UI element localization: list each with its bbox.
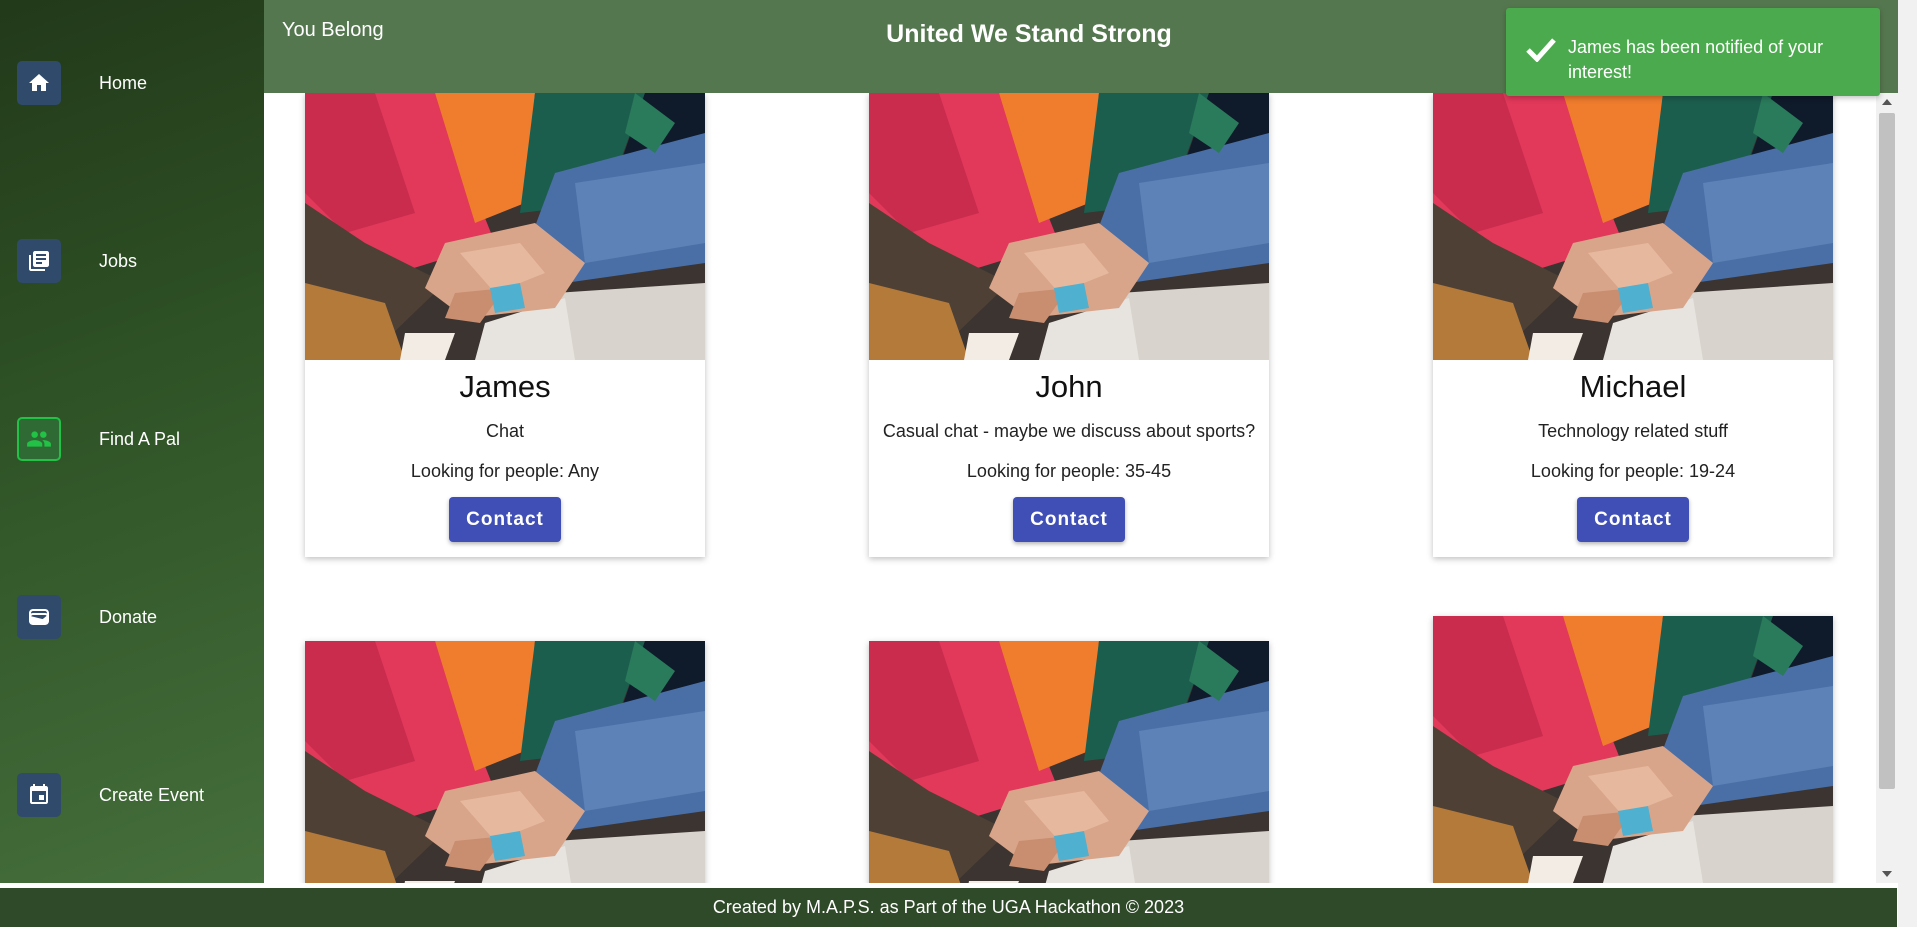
content-scrollbar[interactable] — [1876, 93, 1898, 883]
card-age-range: Looking for people: Any — [410, 461, 600, 481]
contact-button[interactable]: Contact — [1013, 497, 1125, 542]
calendar-icon — [17, 773, 61, 817]
footer: Created by M.A.P.S. as Part of the UGA H… — [0, 888, 1897, 927]
sidebar-item-label: Home — [99, 72, 148, 93]
scroll-thumb[interactable] — [1879, 113, 1895, 789]
card-photo — [1433, 616, 1833, 883]
pal-card — [869, 641, 1269, 883]
contact-button[interactable]: Contact — [1577, 497, 1689, 542]
sidebar-item-label: Find A Pal — [99, 428, 181, 449]
sidebar: Home Jobs Find A Pal Donate Create Event — [0, 0, 264, 883]
pal-card-michael: Michael Technology related stuff Looking… — [1433, 93, 1833, 557]
wallet-icon — [17, 595, 61, 639]
sidebar-item-jobs[interactable]: Jobs — [0, 231, 264, 291]
card-name: James — [459, 369, 551, 404]
footer-text: Created by M.A.P.S. as Part of the UGA H… — [712, 897, 1185, 917]
sidebar-item-label: Jobs — [99, 250, 138, 271]
sidebar-item-create-event[interactable]: Create Event — [0, 765, 264, 825]
card-photo — [869, 641, 1269, 883]
pal-card-john: John Casual chat - maybe we discuss abou… — [869, 93, 1269, 557]
sidebar-item-donate[interactable]: Donate — [0, 587, 264, 647]
home-icon — [17, 61, 61, 105]
contact-button[interactable]: Contact — [449, 497, 561, 542]
pal-card-grid: James Chat Looking for people: Any Conta… — [264, 93, 1876, 883]
card-age-range: Looking for people: 35-45 — [966, 461, 1172, 481]
card-name: Michael — [1579, 369, 1687, 404]
card-age-range: Looking for people: 19-24 — [1530, 461, 1736, 481]
sidebar-item-home[interactable]: Home — [0, 53, 264, 113]
pal-card-james: James Chat Looking for people: Any Conta… — [305, 93, 705, 557]
scroll-up-arrow-icon[interactable] — [1882, 99, 1892, 105]
check-icon — [1526, 38, 1556, 62]
sidebar-item-label: Donate — [99, 606, 158, 627]
card-photo — [305, 93, 705, 360]
window-scrollbar[interactable] — [1898, 0, 1917, 927]
card-photo — [1433, 93, 1833, 360]
toast-message: James has been notified of your interest… — [1568, 37, 1824, 82]
card-photo — [305, 641, 705, 883]
card-name: John — [1035, 369, 1103, 404]
card-photo — [869, 93, 1269, 360]
card-description: Technology related stuff — [1538, 421, 1728, 441]
card-description: Chat — [485, 421, 525, 441]
card-description: Casual chat - maybe we discuss about spo… — [882, 421, 1256, 441]
scroll-down-arrow-icon[interactable] — [1882, 871, 1892, 877]
people-icon — [17, 417, 61, 461]
success-toast[interactable]: James has been notified of your interest… — [1506, 8, 1880, 96]
pal-card — [305, 641, 705, 883]
pal-card — [1433, 616, 1833, 883]
sidebar-item-find-a-pal[interactable]: Find A Pal — [0, 409, 264, 469]
jobs-icon — [17, 239, 61, 283]
sidebar-item-label: Create Event — [99, 784, 205, 805]
